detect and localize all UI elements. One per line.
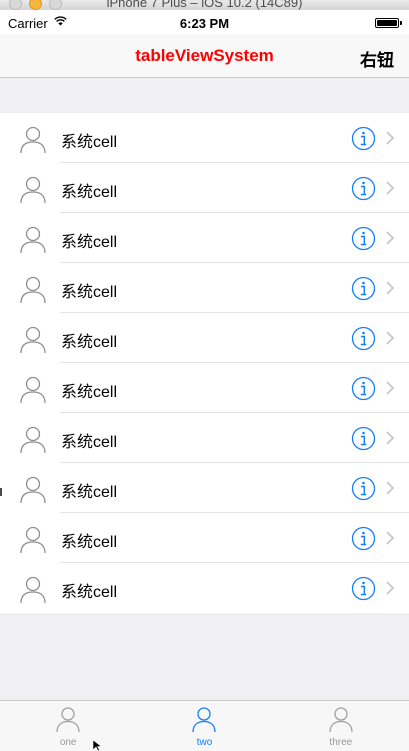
person-icon <box>20 476 46 504</box>
table-view: 系统cell 系统cell 系统cell 系统cell 系统cell 系统cel… <box>0 113 409 613</box>
table-row[interactable]: 系统cell <box>0 363 409 413</box>
navigation-bar: tableViewSystem 右钮 <box>0 34 409 78</box>
person-icon <box>20 426 46 454</box>
table-row[interactable]: 系统cell <box>0 213 409 263</box>
battery-icon <box>375 18 402 28</box>
row-label: 系统cell <box>61 334 118 351</box>
row-label: 系统cell <box>61 584 118 601</box>
table-row[interactable]: 系统cell <box>0 113 409 163</box>
chevron-right-icon <box>386 431 395 445</box>
person-icon <box>20 376 46 404</box>
person-icon <box>329 707 353 733</box>
info-icon[interactable] <box>351 226 376 251</box>
table-row[interactable]: 系统cell <box>0 163 409 213</box>
info-icon[interactable] <box>351 276 376 301</box>
chevron-right-icon <box>386 181 395 195</box>
mouse-cursor-icon <box>93 740 103 751</box>
info-icon[interactable] <box>351 126 376 151</box>
row-label: 系统cell <box>61 434 118 451</box>
person-icon <box>20 326 46 354</box>
tab-two[interactable]: two <box>136 701 272 751</box>
chevron-right-icon <box>386 331 395 345</box>
right-bar-button[interactable]: 右钮 <box>360 46 394 71</box>
chevron-right-icon <box>386 281 395 295</box>
tab-label: one <box>59 737 77 748</box>
person-icon <box>20 176 46 204</box>
row-label: 系统cell <box>61 284 118 301</box>
chevron-right-icon <box>386 381 395 395</box>
chevron-right-icon <box>386 581 395 595</box>
nav-title: tableViewSystem <box>135 46 274 65</box>
tab-bar: one two three <box>0 700 409 751</box>
info-icon[interactable] <box>351 326 376 351</box>
row-label: 系统cell <box>61 184 118 201</box>
person-icon <box>20 126 46 154</box>
info-icon[interactable] <box>351 426 376 451</box>
person-icon <box>56 707 80 733</box>
row-label: 系统cell <box>61 234 118 251</box>
tab-label: two <box>196 737 213 748</box>
tab-label: three <box>329 737 353 748</box>
info-icon[interactable] <box>351 576 376 601</box>
tab-one[interactable]: one <box>0 701 136 751</box>
window-title: iPhone 7 Plus – iOS 10.2 (14C89) <box>106 0 303 10</box>
person-icon <box>20 276 46 304</box>
person-icon <box>20 226 46 254</box>
simulator-titlebar: iPhone 7 Plus – iOS 10.2 (14C89) <box>0 0 409 10</box>
table-row[interactable]: 系统cell <box>0 413 409 463</box>
row-label: 系统cell <box>61 484 118 501</box>
table-row[interactable]: 系统cell <box>0 313 409 363</box>
chevron-right-icon <box>386 131 395 145</box>
table-row[interactable]: 系统cell <box>0 263 409 313</box>
edge-mark <box>0 488 2 496</box>
row-label: 系统cell <box>61 384 118 401</box>
info-icon[interactable] <box>351 526 376 551</box>
person-icon <box>20 526 46 554</box>
chevron-right-icon <box>386 481 395 495</box>
status-bar: Carrier 6:23 PM <box>0 10 409 34</box>
status-time: 6:23 PM <box>179 16 230 31</box>
chevron-right-icon <box>386 531 395 545</box>
info-icon[interactable] <box>351 376 376 401</box>
person-icon <box>20 576 46 604</box>
row-label: 系统cell <box>61 534 118 551</box>
device-screen: Carrier 6:23 PM tableViewSystem 右钮 系统cel… <box>0 10 409 751</box>
row-label: 系统cell <box>61 134 118 151</box>
tab-three[interactable]: three <box>273 701 409 751</box>
info-icon[interactable] <box>351 476 376 501</box>
table-row[interactable]: 系统cell <box>0 563 409 613</box>
table-row[interactable]: 系统cell <box>0 463 409 513</box>
person-icon <box>192 707 217 733</box>
chevron-right-icon <box>386 231 395 245</box>
table-row[interactable]: 系统cell <box>0 513 409 563</box>
info-icon[interactable] <box>351 176 376 201</box>
